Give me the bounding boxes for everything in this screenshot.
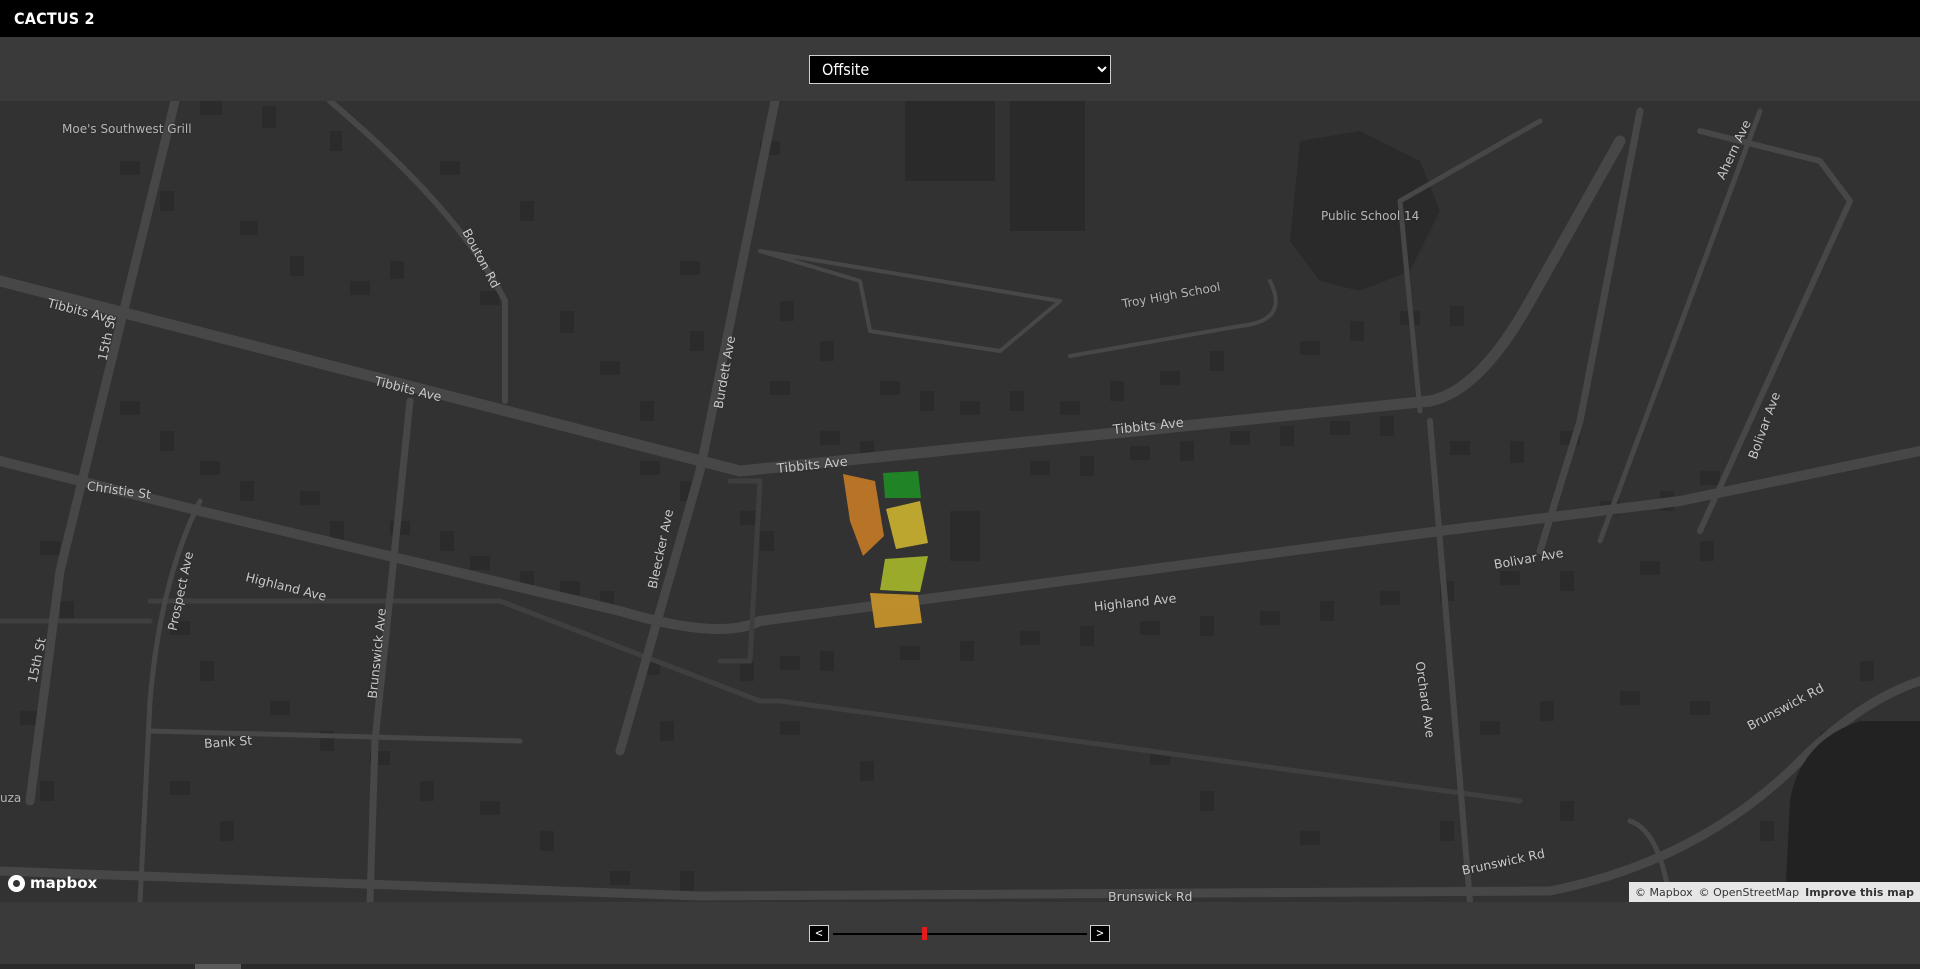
zone-polygon-5[interactable] <box>870 593 922 628</box>
page-gutter <box>1920 0 1959 969</box>
timeline-bar: < > <box>0 902 1920 969</box>
roads-layer <box>0 101 1920 902</box>
site-select[interactable]: Offsite <box>809 55 1111 84</box>
mapbox-logo[interactable]: mapbox <box>8 874 97 892</box>
improve-map-link[interactable]: Improve this map <box>1805 886 1914 899</box>
timeline-slider-thumb[interactable] <box>922 927 928 940</box>
mapbox-logo-icon <box>8 874 25 892</box>
app-root: CACTUS 2 Offsite Moe's Southwest Grill P… <box>0 0 1920 969</box>
zone-polygon-1[interactable] <box>843 474 884 556</box>
road-label-brunswick-rd-3: Brunswick Rd <box>1108 889 1193 902</box>
attribution-mapbox-link[interactable]: © Mapbox <box>1635 886 1693 899</box>
timeline-next-button[interactable]: > <box>1090 925 1110 942</box>
map-canvas[interactable] <box>0 101 1920 902</box>
poi-label-moes: Moe's Southwest Grill <box>62 122 192 136</box>
timeline-prev-button[interactable]: < <box>809 925 829 942</box>
mapbox-logo-text: mapbox <box>30 874 98 892</box>
top-bar: CACTUS 2 <box>0 0 1920 37</box>
controls-bar: Offsite <box>0 37 1920 100</box>
app-title: CACTUS 2 <box>14 9 95 28</box>
bottom-strip <box>0 964 1920 969</box>
timeline-slider-track[interactable] <box>833 933 1087 935</box>
bottom-tab-handle[interactable] <box>195 964 241 969</box>
zone-polygon-3[interactable] <box>886 501 928 549</box>
map-attribution: © Mapbox © OpenStreetMap Improve this ma… <box>1629 882 1920 902</box>
attribution-osm-link[interactable]: © OpenStreetMap <box>1699 886 1800 899</box>
poi-label-edge: uza <box>0 791 22 805</box>
map-view[interactable]: Moe's Southwest Grill Public School 14 T… <box>0 101 1920 902</box>
zone-polygon-2[interactable] <box>883 471 921 498</box>
zone-polygon-4[interactable] <box>880 556 928 592</box>
buildings-layer <box>20 101 1874 891</box>
poi-label-public-school: Public School 14 <box>1321 209 1420 223</box>
